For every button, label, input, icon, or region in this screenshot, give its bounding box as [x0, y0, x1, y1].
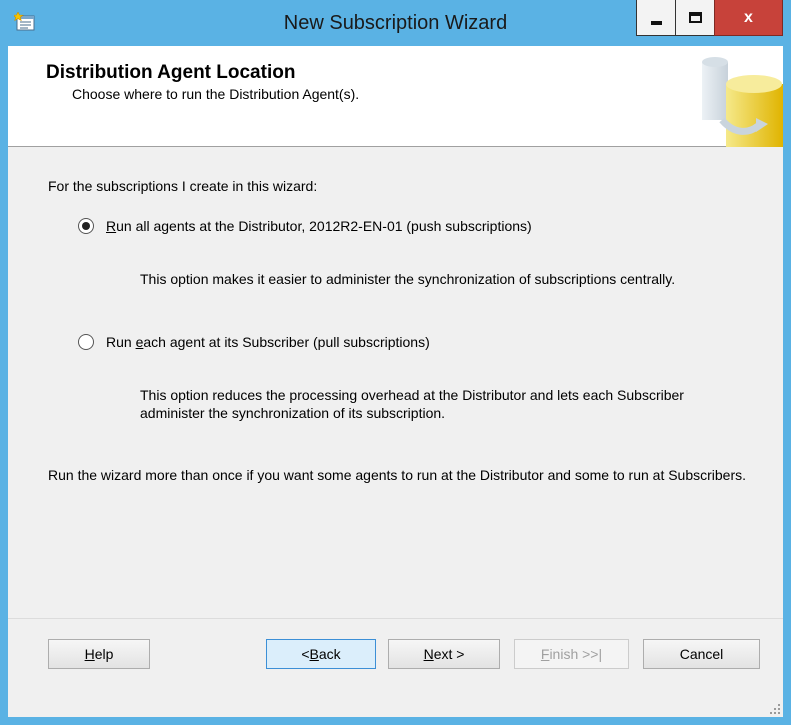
help-label-rest: elp: [94, 646, 114, 662]
wizard-header: Distribution Agent Location Choose where…: [8, 46, 783, 147]
close-icon: x: [744, 8, 753, 26]
title-bar[interactable]: New Subscription Wizard x: [0, 0, 791, 46]
next-mnemonic: N: [423, 646, 434, 662]
resize-grip-icon[interactable]: [769, 703, 781, 715]
minimize-icon: [650, 20, 662, 25]
option-pull-label-pre: Run: [106, 334, 136, 350]
button-bar: Help < Back Next > Finish >>| Cancel: [8, 618, 783, 717]
cancel-button[interactable]: Cancel: [643, 639, 760, 669]
finish-button[interactable]: Finish >>|: [514, 639, 629, 669]
minimize-button[interactable]: [636, 0, 676, 36]
mnemonic-r: R: [106, 218, 117, 234]
back-mnemonic: B: [309, 646, 319, 662]
help-button[interactable]: Help: [48, 639, 150, 669]
option-push-subscriptions[interactable]: Run all agents at the Distributor, 2012R…: [78, 218, 532, 234]
radio-pull[interactable]: [78, 334, 94, 350]
back-label-pre: <: [301, 646, 310, 662]
option-push-label-rest: un all agents at the Distributor, 2012R2…: [116, 218, 532, 234]
option-pull-subscriptions[interactable]: Run each agent at its Subscriber (pull s…: [78, 334, 430, 350]
page-title: Distribution Agent Location: [46, 62, 296, 83]
wizard-app-icon: [14, 12, 35, 31]
help-mnemonic: H: [84, 646, 95, 662]
option-pull-description: This option reduces the processing overh…: [140, 387, 684, 421]
option-pull-label[interactable]: Run each agent at its Subscriber (pull s…: [106, 334, 430, 350]
maximize-icon: [688, 12, 702, 23]
back-label-rest: ack: [318, 646, 341, 662]
intro-text: For the subscriptions I create in this w…: [48, 178, 318, 194]
back-button[interactable]: < Back: [266, 639, 376, 669]
database-replication-icon: [702, 57, 783, 147]
next-label-rest: ext >: [433, 646, 465, 662]
wizard-window: New Subscription Wizard x Distribution A…: [0, 0, 791, 725]
maximize-button[interactable]: [675, 0, 715, 36]
close-button[interactable]: x: [714, 0, 783, 36]
option-push-description: This option makes it easier to administe…: [140, 271, 676, 287]
radio-push[interactable]: [78, 218, 94, 234]
multiple-runs-note: Run the wizard more than once if you wan…: [48, 467, 747, 483]
option-push-label[interactable]: Run all agents at the Distributor, 2012R…: [106, 218, 532, 234]
finish-mnemonic: F: [540, 646, 550, 662]
finish-label-rest: inish >>|: [549, 646, 603, 662]
next-button[interactable]: Next >: [388, 639, 500, 669]
page-subtitle: Choose where to run the Distribution Age…: [72, 86, 360, 102]
option-pull-label-rest: ach agent at its Subscriber (pull subscr…: [143, 334, 430, 350]
wizard-content: For the subscriptions I create in this w…: [8, 148, 783, 618]
